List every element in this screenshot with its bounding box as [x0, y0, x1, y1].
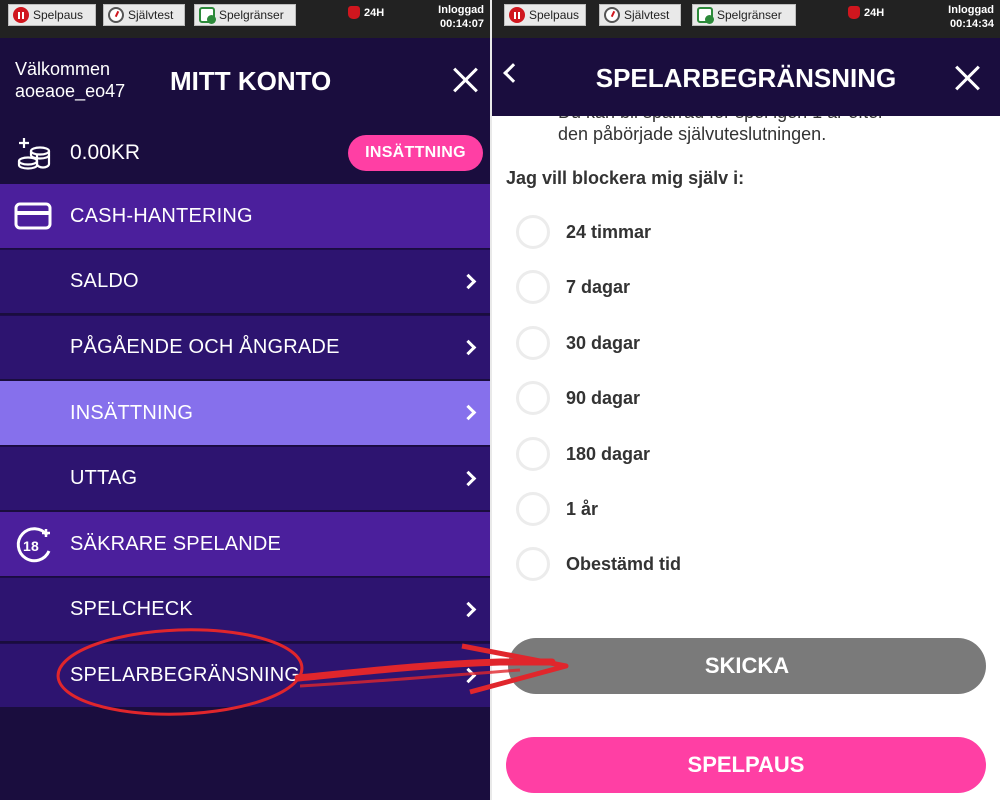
- login-status-label: Inloggad: [438, 4, 484, 16]
- welcome-text: Välkommen aoeaoe_eo47: [15, 58, 125, 102]
- chevron-right-icon: [460, 339, 477, 356]
- radio-option-24-timmar[interactable]: 24 timmar: [516, 213, 651, 251]
- radio-option-1-ar[interactable]: 1 år: [516, 490, 598, 528]
- radio-button[interactable]: [516, 326, 550, 360]
- radio-option-7-dagar[interactable]: 7 dagar: [516, 268, 630, 306]
- option-label: 30 dagar: [566, 332, 641, 353]
- menu-item-pagaende[interactable]: PÅGÅENDE OCH ÅNGRADE: [0, 315, 490, 379]
- username: aoeaoe_eo47: [15, 81, 126, 101]
- chevron-right-icon: [460, 667, 477, 684]
- option-label: 90 dagar: [566, 387, 641, 408]
- limit-24h-indicator[interactable]: 24H: [348, 6, 384, 19]
- login-status-label: Inloggad: [948, 4, 994, 16]
- menu-item-label: UTTAG: [70, 467, 138, 489]
- gauge-icon: [604, 7, 620, 23]
- option-label: 180 dagar: [566, 443, 651, 464]
- chevron-right-icon: [460, 601, 477, 618]
- option-label: 24 timmar: [566, 221, 652, 242]
- menu-item-saldo[interactable]: SALDO: [0, 249, 490, 313]
- menu-item-spelcheck[interactable]: SPELCHECK: [0, 577, 490, 641]
- intro-line-2: den påbörjade självuteslutningen.: [558, 124, 827, 144]
- limit-24h-label: 24H: [364, 6, 385, 19]
- option-label: 7 dagar: [566, 276, 631, 297]
- spelpaus-toolbar-button[interactable]: Spelpaus: [504, 4, 586, 26]
- responsible-gaming-bar: Spelpaus Självtest Spelgränser 24H Inlog…: [492, 0, 1000, 38]
- radio-button[interactable]: [516, 215, 550, 249]
- sjalvtest-label: Självtest: [128, 8, 174, 22]
- spelgranser-toolbar-button[interactable]: Spelgränser: [692, 4, 796, 26]
- pause-icon: [13, 7, 29, 23]
- option-label: Obestämd tid: [566, 553, 682, 574]
- page-header: SPELARBEGRÄNSNING: [492, 38, 1000, 116]
- menu-item-spelarbegransning[interactable]: SPELARBEGRÄNSNING: [0, 643, 490, 707]
- balance-row: 0.00KR INSÄTTNING: [0, 122, 490, 184]
- section-label: CASH-HANTERING: [70, 204, 253, 227]
- menu-item-label: SPELCHECK: [70, 598, 193, 620]
- intro-text: Du kan bli spärrad för spel igen 1 år ef…: [558, 116, 988, 145]
- radio-option-90-dagar[interactable]: 90 dagar: [516, 379, 640, 417]
- page-title: MITT KONTO: [170, 66, 332, 96]
- radio-option-180-dagar[interactable]: 180 dagar: [516, 435, 650, 473]
- svg-text:18: 18: [23, 538, 39, 554]
- page-title: SPELARBEGRÄNSNING: [595, 63, 897, 93]
- radio-button[interactable]: [516, 492, 550, 526]
- session-time: 00:14:07: [439, 18, 484, 30]
- coins-icon: [17, 138, 51, 170]
- deposit-button[interactable]: INSÄTTNING: [348, 135, 483, 171]
- menu-item-label: PÅGÅENDE OCH ÅNGRADE: [70, 336, 340, 358]
- hand-stop-icon: [348, 6, 360, 19]
- radio-button[interactable]: [516, 270, 550, 304]
- sjalvtest-label: Självtest: [624, 8, 670, 22]
- credit-card-icon: [14, 202, 52, 230]
- login-status: Inloggad 00:14:34: [948, 3, 994, 31]
- gauge-icon: [108, 7, 124, 23]
- limits-icon: [199, 7, 216, 24]
- menu-item-label: SALDO: [70, 270, 139, 292]
- radio-button[interactable]: [516, 381, 550, 415]
- limits-icon: [697, 7, 714, 24]
- menu-item-label: SPELARBEGRÄNSNING: [70, 664, 301, 686]
- responsible-gaming-bar: Spelpaus Självtest Spelgränser 24H Inlog…: [0, 0, 490, 38]
- menu-item-label: INSÄTTNING: [70, 401, 194, 424]
- section-label: SÄKRARE SPELANDE: [70, 532, 282, 555]
- radio-button[interactable]: [516, 437, 550, 471]
- menu-item-insattning[interactable]: INSÄTTNING: [0, 381, 490, 445]
- section-cash-hantering: CASH-HANTERING: [0, 184, 490, 248]
- chevron-right-icon: [460, 404, 477, 421]
- session-time: 00:14:34: [949, 18, 994, 30]
- spelpaus-label: Spelpaus: [529, 8, 580, 22]
- chevron-right-icon: [460, 470, 477, 487]
- spelgranser-label: Spelgränser: [717, 8, 782, 22]
- limit-24h-label: 24H: [864, 6, 885, 19]
- close-icon[interactable]: [954, 64, 982, 92]
- balance-amount: 0.00KR: [70, 141, 141, 164]
- radio-option-obestamd-tid[interactable]: Obestämd tid: [516, 545, 681, 583]
- pause-icon: [509, 7, 525, 23]
- welcome-label: Välkommen: [15, 59, 111, 79]
- radio-option-30-dagar[interactable]: 30 dagar: [516, 324, 640, 362]
- spelpaus-label: Spelpaus: [33, 8, 84, 22]
- option-label: 1 år: [566, 498, 599, 519]
- block-question: Jag vill blockera mig själv i:: [506, 168, 745, 188]
- submit-button[interactable]: SKICKA: [508, 638, 986, 694]
- chevron-right-icon: [460, 273, 477, 290]
- mitt-konto-screen: Spelpaus Självtest Spelgränser 24H Inlog…: [0, 0, 490, 800]
- sjalvtest-toolbar-button[interactable]: Självtest: [599, 4, 681, 26]
- menu-item-uttag[interactable]: UTTAG: [0, 446, 490, 510]
- age-18-icon: 18: [16, 527, 51, 563]
- limit-24h-indicator[interactable]: 24H: [848, 6, 884, 19]
- spelpaus-button[interactable]: SPELPAUS: [506, 737, 986, 793]
- close-icon[interactable]: [452, 66, 480, 94]
- spelpaus-toolbar-button[interactable]: Spelpaus: [8, 4, 96, 26]
- spelgranser-label: Spelgränser: [219, 8, 284, 22]
- spelgranser-toolbar-button[interactable]: Spelgränser: [194, 4, 296, 26]
- section-sakrare-spelande: 18 SÄKRARE SPELANDE: [0, 512, 490, 576]
- radio-button[interactable]: [516, 547, 550, 581]
- login-status: Inloggad 00:14:07: [438, 3, 484, 31]
- sjalvtest-toolbar-button[interactable]: Självtest: [103, 4, 185, 26]
- spelarbegransning-screen: Spelpaus Självtest Spelgränser 24H Inlog…: [492, 0, 1000, 800]
- hand-stop-icon: [848, 6, 860, 19]
